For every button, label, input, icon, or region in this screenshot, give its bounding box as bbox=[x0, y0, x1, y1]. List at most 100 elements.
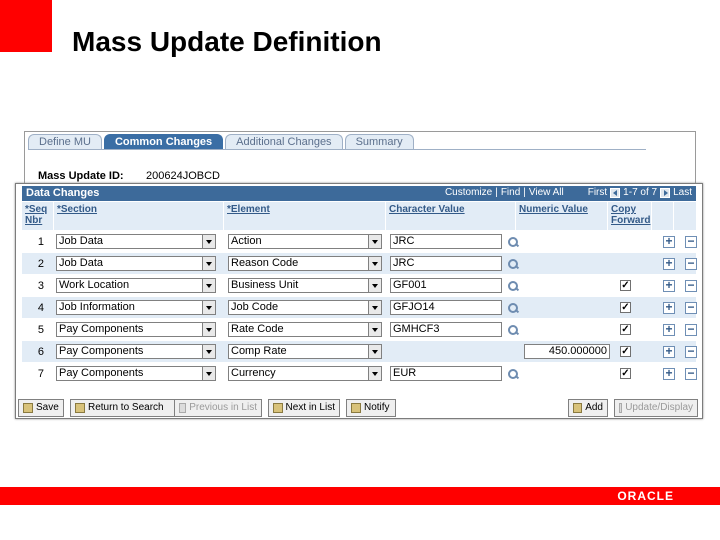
save-icon bbox=[23, 403, 33, 413]
element-dropdown[interactable]: Business Unit bbox=[228, 278, 382, 293]
next-arrow-icon[interactable] bbox=[660, 187, 671, 198]
section-dropdown[interactable]: Work Location bbox=[56, 278, 216, 293]
return-to-search-button[interactable]: Return to Search bbox=[70, 399, 180, 417]
table-row: 1 Job Data Action JRC + − bbox=[22, 230, 697, 252]
mass-update-id-value: 200624JOBCD bbox=[146, 170, 220, 182]
section-dropdown[interactable]: Job Data bbox=[56, 256, 216, 271]
copy-forward-checkbox[interactable]: ✓ bbox=[620, 280, 631, 291]
customize-link[interactable]: Customize bbox=[445, 187, 492, 198]
find-link[interactable]: Find bbox=[501, 187, 520, 198]
character-value-input[interactable]: EUR bbox=[390, 366, 502, 381]
chevron-down-icon[interactable] bbox=[202, 279, 215, 292]
section-dropdown[interactable]: Pay Components bbox=[56, 366, 216, 381]
notify-button[interactable]: Notify bbox=[346, 399, 396, 417]
add-row-icon[interactable]: + bbox=[663, 323, 675, 336]
numeric-value-input[interactable]: 450.000000 bbox=[524, 344, 610, 359]
previous-icon bbox=[179, 403, 187, 413]
character-value-input[interactable]: JRC bbox=[390, 256, 502, 271]
delete-row-icon[interactable]: − bbox=[685, 301, 697, 314]
delete-row-icon[interactable]: − bbox=[685, 345, 697, 358]
column-section[interactable]: *Section bbox=[54, 202, 224, 230]
copy-forward-checkbox[interactable]: ✓ bbox=[620, 324, 631, 335]
lookup-icon[interactable] bbox=[507, 302, 519, 314]
element-dropdown[interactable]: Currency bbox=[228, 366, 382, 381]
element-dropdown[interactable]: Rate Code bbox=[228, 322, 382, 337]
add-row-icon[interactable]: + bbox=[663, 345, 675, 358]
view-all-link[interactable]: View All bbox=[529, 187, 564, 198]
element-dropdown[interactable]: Action bbox=[228, 234, 382, 249]
column-seq-nbr[interactable]: *Seq Nbr bbox=[22, 202, 54, 230]
update-display-label: Update/Display bbox=[625, 402, 693, 413]
element-dropdown[interactable]: Job Code bbox=[228, 300, 382, 315]
column-numeric-value[interactable]: Numeric Value bbox=[516, 202, 608, 230]
notify-label: Notify bbox=[364, 402, 390, 413]
element-dropdown[interactable]: Reason Code bbox=[228, 256, 382, 271]
chevron-down-icon[interactable] bbox=[368, 323, 381, 336]
lookup-icon[interactable] bbox=[507, 324, 519, 336]
delete-row-icon[interactable]: − bbox=[685, 323, 697, 336]
update-display-icon bbox=[619, 403, 623, 413]
section-dropdown[interactable]: Pay Components bbox=[56, 322, 216, 337]
tab-summary[interactable]: Summary bbox=[344, 134, 414, 149]
chevron-down-icon[interactable] bbox=[368, 367, 381, 380]
next-in-list-button[interactable]: Next in List bbox=[268, 399, 340, 417]
table-row: 2 Job Data Reason Code JRC + − bbox=[22, 252, 697, 274]
tab-common-changes[interactable]: Common Changes bbox=[103, 134, 224, 149]
lookup-icon[interactable] bbox=[507, 280, 519, 292]
save-button[interactable]: Save bbox=[18, 399, 64, 417]
character-value-input[interactable]: GF001 bbox=[390, 278, 502, 293]
data-changes-panel: Data Changes Customize | Find | View All… bbox=[15, 183, 703, 419]
first-label[interactable]: First bbox=[588, 187, 607, 198]
column-element[interactable]: *Element bbox=[224, 202, 386, 230]
element-dropdown[interactable]: Comp Rate bbox=[228, 344, 382, 359]
add-row-icon[interactable]: + bbox=[663, 301, 675, 314]
chevron-down-icon[interactable] bbox=[368, 279, 381, 292]
chevron-down-icon[interactable] bbox=[368, 301, 381, 314]
delete-row-icon[interactable]: − bbox=[685, 257, 697, 270]
section-value: Pay Components bbox=[59, 345, 144, 357]
section-dropdown[interactable]: Pay Components bbox=[56, 344, 216, 359]
chevron-down-icon[interactable] bbox=[368, 235, 381, 248]
add-row-icon[interactable]: + bbox=[663, 235, 675, 248]
character-value-input[interactable]: JRC bbox=[390, 234, 502, 249]
add-row-icon[interactable]: + bbox=[663, 257, 675, 270]
footer-bar: ORACLE bbox=[0, 487, 720, 505]
section-dropdown[interactable]: Job Data bbox=[56, 234, 216, 249]
previous-in-list-button[interactable]: Previous in List bbox=[174, 399, 262, 417]
element-value: Job Code bbox=[231, 301, 279, 313]
add-row-icon[interactable]: + bbox=[663, 367, 675, 380]
column-character-value[interactable]: Character Value bbox=[386, 202, 516, 230]
lookup-icon[interactable] bbox=[507, 236, 519, 248]
previous-arrow-icon[interactable] bbox=[610, 187, 621, 198]
character-value-input[interactable]: GMHCF3 bbox=[390, 322, 502, 337]
chevron-down-icon[interactable] bbox=[368, 345, 381, 358]
slide-title: Mass Update Definition bbox=[72, 26, 382, 57]
delete-row-icon[interactable]: − bbox=[685, 279, 697, 292]
character-value-input[interactable]: GFJO14 bbox=[390, 300, 502, 315]
copy-forward-checkbox[interactable]: ✓ bbox=[620, 368, 631, 379]
section-value: Job Information bbox=[59, 301, 135, 313]
chevron-down-icon[interactable] bbox=[202, 323, 215, 336]
delete-row-icon[interactable]: − bbox=[685, 367, 697, 380]
section-dropdown[interactable]: Job Information bbox=[56, 300, 216, 315]
chevron-down-icon[interactable] bbox=[202, 257, 215, 270]
chevron-down-icon[interactable] bbox=[368, 257, 381, 270]
last-label[interactable]: Last bbox=[673, 187, 692, 198]
add-row-icon[interactable]: + bbox=[663, 279, 675, 292]
lookup-icon[interactable] bbox=[507, 368, 519, 380]
update-display-button[interactable]: Update/Display bbox=[614, 399, 698, 417]
tab-define-mu[interactable]: Define MU bbox=[28, 134, 102, 149]
chevron-down-icon[interactable] bbox=[202, 345, 215, 358]
copy-forward-checkbox[interactable]: ✓ bbox=[620, 346, 631, 357]
delete-row-icon[interactable]: − bbox=[685, 235, 697, 248]
chevron-down-icon[interactable] bbox=[202, 367, 215, 380]
add-button[interactable]: Add bbox=[568, 399, 608, 417]
column-copy-forward[interactable]: Copy Forward bbox=[608, 202, 652, 230]
lookup-icon[interactable] bbox=[507, 258, 519, 270]
section-value: Pay Components bbox=[59, 323, 144, 335]
tab-additional-changes[interactable]: Additional Changes bbox=[225, 134, 343, 149]
chevron-down-icon[interactable] bbox=[202, 301, 215, 314]
chevron-down-icon[interactable] bbox=[202, 235, 215, 248]
copy-forward-checkbox[interactable]: ✓ bbox=[620, 302, 631, 313]
section-value: Pay Components bbox=[59, 367, 144, 379]
